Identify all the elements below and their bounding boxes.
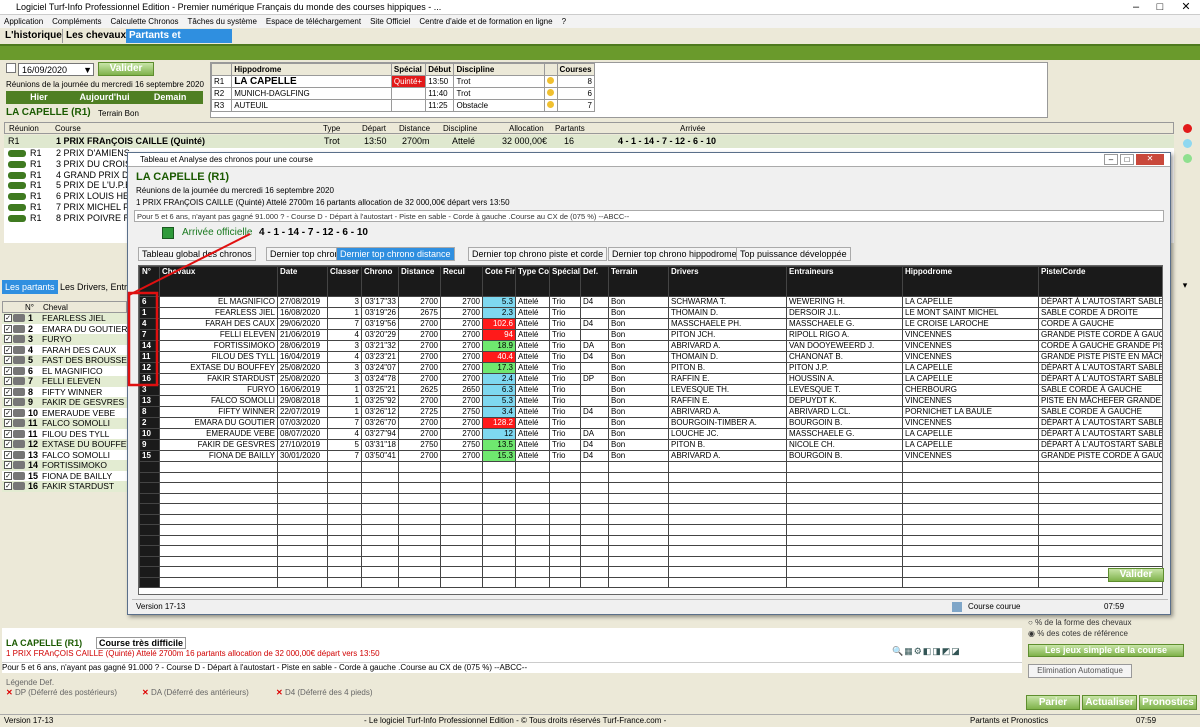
legend-d4-text: D4 (Déferré des 4 pieds) <box>284 688 373 697</box>
radio-forme-label: % de la forme des chevaux <box>1035 618 1132 627</box>
bottom-info: LA CAPELLE (R1) Course très difficile 1 … <box>2 628 1022 662</box>
legend-dp: ✕ DP (Déferré des postérieurs) <box>6 688 117 697</box>
legend-da-text: DA (Déferré des antérieurs) <box>150 688 249 697</box>
bottom-conditions: Pour 5 et 6 ans, n'ayant pas gagné 91.00… <box>2 662 1022 673</box>
parier-button[interactable]: Parier <box>1026 695 1080 710</box>
pronostics-button[interactable]: Pronostics <box>1139 695 1197 710</box>
annotation-box <box>127 291 159 387</box>
bottom-summary: 1 PRIX FRAnÇOIS CAILLE (Quinté) Attelé 2… <box>6 649 380 658</box>
app-statusbar: Version 17-13 - Le logiciel Turf-Info Pr… <box>0 714 1200 726</box>
legende-label: Légende Def. <box>6 678 55 687</box>
radio-cotes-label: % des cotes de référence <box>1037 629 1128 638</box>
radio-cotes[interactable]: ◉ % des cotes de référence <box>1028 629 1128 638</box>
jeux-simple-button[interactable]: Les jeux simple de la course <box>1028 644 1184 657</box>
section-label: Partants et Pronostics <box>970 716 1049 725</box>
radio-forme[interactable]: ○ % de la forme des chevaux <box>1028 618 1132 627</box>
dp-icon: ✕ <box>6 688 13 697</box>
annotation-overlay <box>127 233 251 387</box>
legend-dp-text: DP (Déferré des postérieurs) <box>14 688 118 697</box>
elimination-button[interactable]: Elimination Automatique <box>1028 664 1132 678</box>
copyright-text: - Le logiciel Turf-Info Professionnel Ed… <box>364 716 667 725</box>
toolbar-icons[interactable]: 🔍▦⚙◧◨◩◪ <box>892 646 1020 658</box>
app-version: Version 17-13 <box>4 716 54 725</box>
d4-icon: ✕ <box>276 688 283 697</box>
legend-da: ✕ DA (Déferré des antérieurs) <box>142 688 249 697</box>
da-icon: ✕ <box>142 688 149 697</box>
bottom-race-name: LA CAPELLE (R1) <box>6 638 83 648</box>
annotation-line <box>128 233 251 296</box>
actualiser-button[interactable]: Actualiser <box>1082 695 1137 710</box>
status-time: 07:59 <box>1136 716 1157 725</box>
legend-d4: ✕ D4 (Déferré des 4 pieds) <box>276 688 373 697</box>
difficulty-badge: Course très difficile <box>96 637 187 649</box>
